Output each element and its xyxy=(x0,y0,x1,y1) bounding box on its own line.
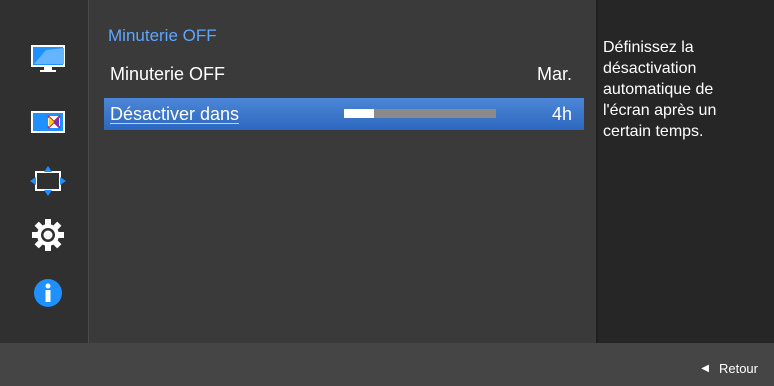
menu-row-value: Mar. xyxy=(536,64,572,84)
settings-gear-icon[interactable] xyxy=(30,219,66,251)
menu-row-value: 4h xyxy=(551,104,572,124)
back-button[interactable]: ◀ Retour xyxy=(701,361,758,376)
color-adjust-icon[interactable] xyxy=(30,108,66,138)
timer-slider-fill xyxy=(344,109,375,118)
bottom-bar xyxy=(0,343,774,386)
position-icon[interactable] xyxy=(30,166,66,196)
menu-row-minuterie-off[interactable]: Minuterie OFF Mar. xyxy=(104,58,584,90)
menu-row-desactiver-dans[interactable]: Désactiver dans 4h xyxy=(104,98,584,130)
timer-slider[interactable] xyxy=(344,109,496,118)
menu-title: Minuterie OFF xyxy=(108,26,217,45)
info-icon[interactable] xyxy=(30,278,66,308)
menu-panel xyxy=(88,0,597,343)
monitor-icon[interactable] xyxy=(30,44,66,74)
triangle-left-icon: ◀ xyxy=(701,363,709,374)
menu-row-label: Minuterie OFF xyxy=(110,64,226,84)
help-text: Définissez la désactivation automatique … xyxy=(603,39,717,140)
menu-row-label: Désactiver dans xyxy=(110,104,240,124)
back-label: Retour xyxy=(718,361,758,376)
sidebar xyxy=(0,0,88,343)
